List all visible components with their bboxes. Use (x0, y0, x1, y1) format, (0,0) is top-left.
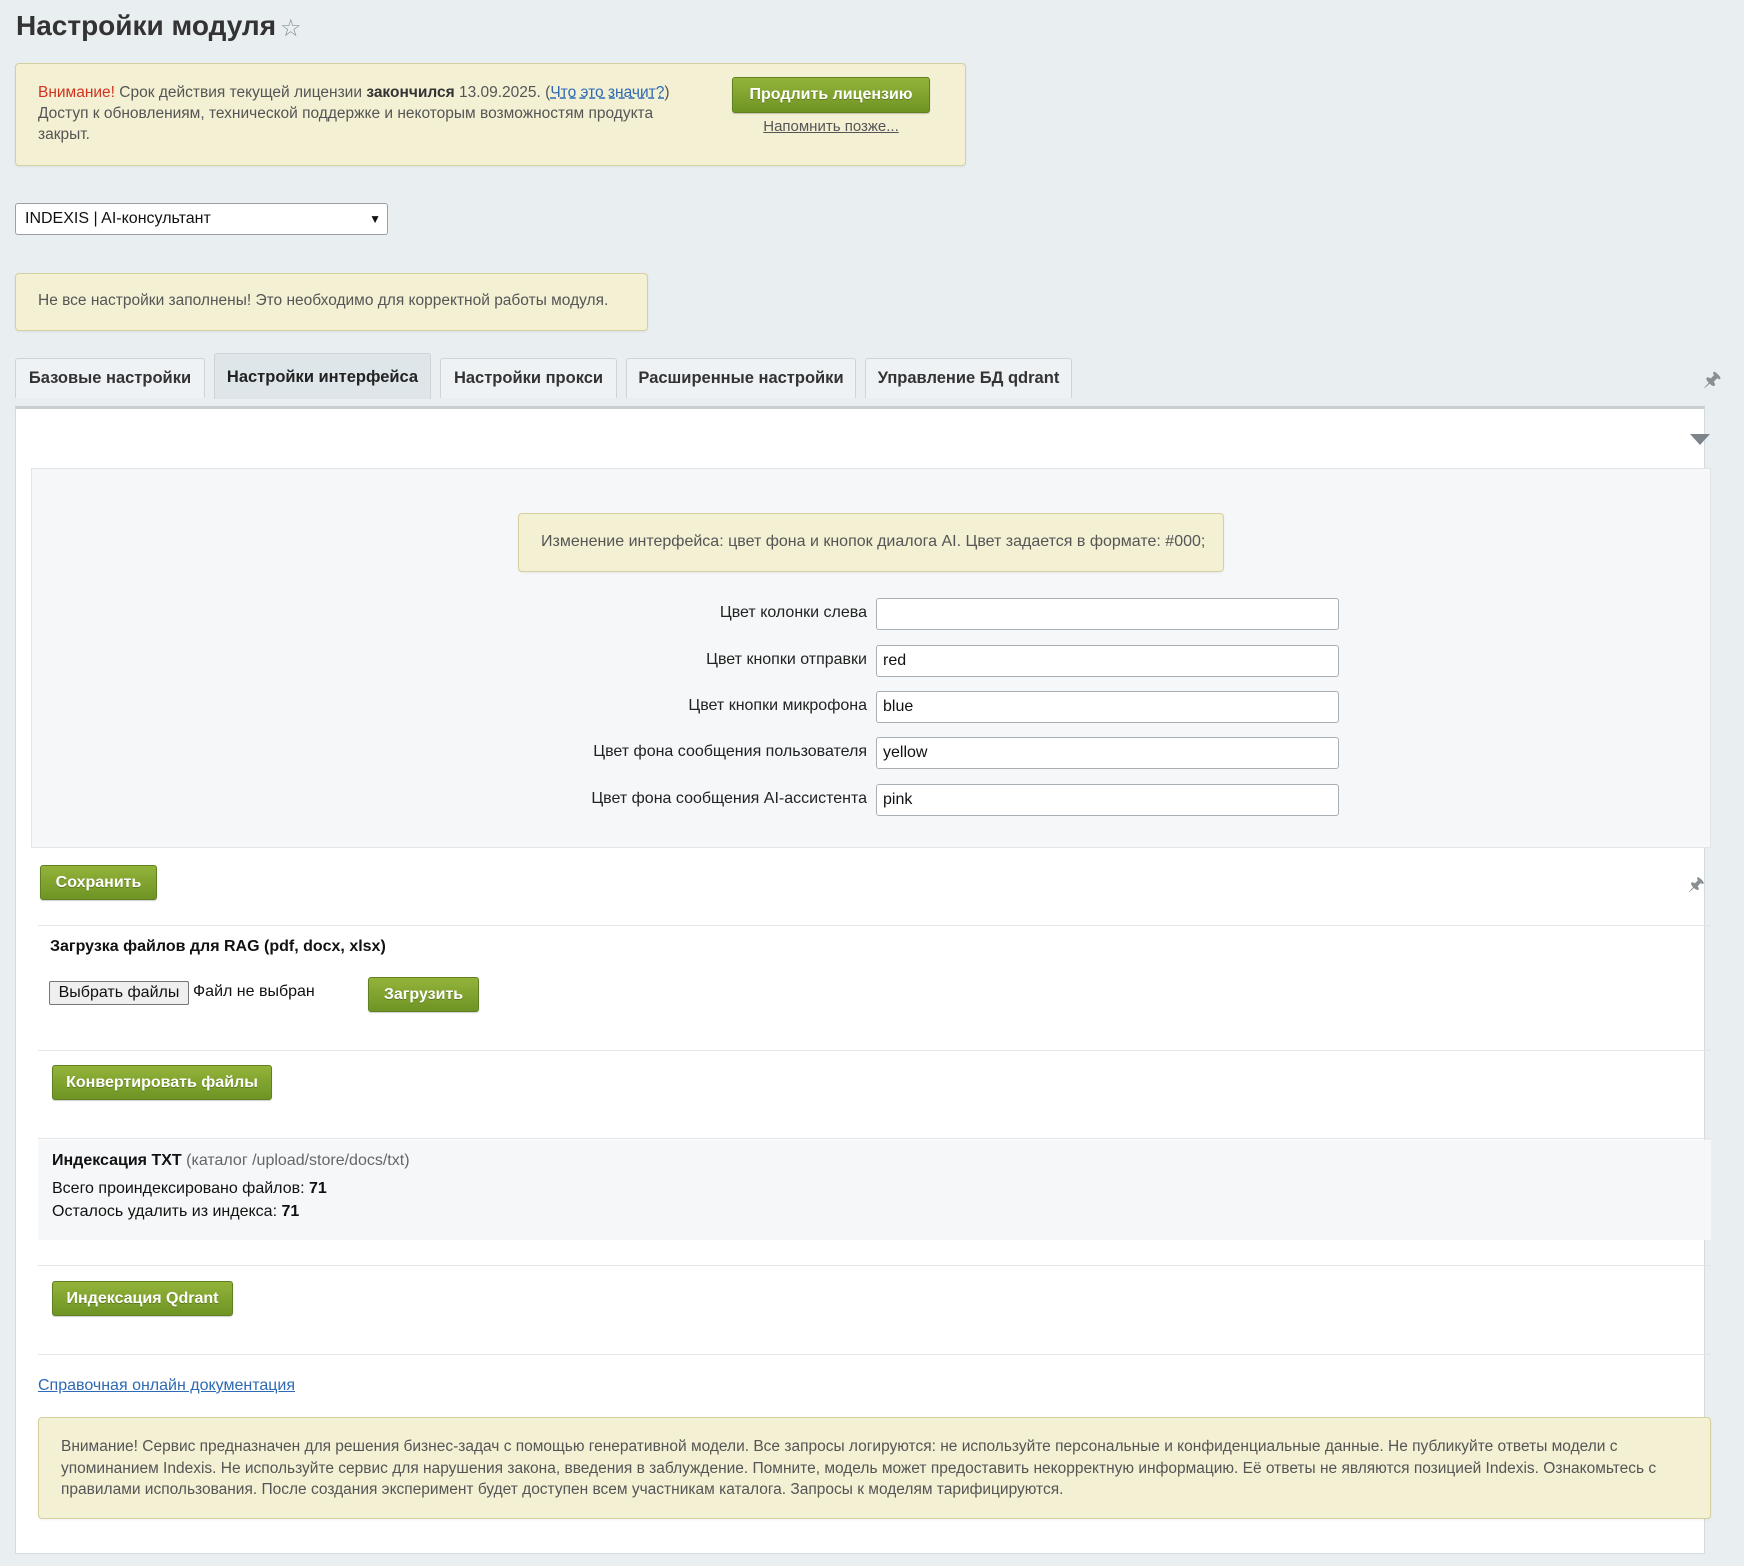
tab-qdrant-db[interactable]: Управление БД qdrant (865, 358, 1072, 398)
online-docs-link[interactable]: Справочная онлайн документация (38, 1377, 295, 1395)
user-message-bg-input[interactable]: yellow (876, 737, 1339, 769)
module-select-value: INDEXIS | AI-консультант (25, 210, 211, 227)
interface-info-notice: Изменение интерфейса: цвет фона и кнопок… (518, 513, 1224, 572)
tab-interface-settings[interactable]: Настройки интерфейса (214, 353, 431, 399)
mic-button-color-input[interactable]: blue (876, 691, 1339, 723)
divider (38, 1265, 1711, 1266)
divider (38, 1138, 1711, 1139)
convert-files-button[interactable]: Конвертировать файлы (52, 1065, 272, 1100)
extend-license-button[interactable]: Продлить лицензию (732, 77, 930, 113)
ai-message-bg-label: Цвет фона сообщения AI-ассистента (591, 790, 867, 807)
rag-upload-title: Загрузка файлов для RAG (pdf, docx, xlsx… (50, 938, 386, 955)
chevron-down-icon: ▼ (369, 212, 381, 226)
triangle-down-icon[interactable] (1690, 434, 1710, 445)
remind-later-link[interactable]: Напомнить позже... (732, 118, 930, 135)
indexing-path: (каталог /upload/store/docs/txt) (181, 1152, 410, 1169)
disclaimer-text: Внимание! Сервис предназначен для решени… (61, 1438, 1657, 1498)
tab-proxy-settings[interactable]: Настройки прокси (440, 358, 617, 398)
save-button[interactable]: Сохранить (40, 865, 157, 900)
upload-button[interactable]: Загрузить (368, 977, 479, 1012)
disclaimer-notice: Внимание! Сервис предназначен для решени… (38, 1417, 1711, 1519)
send-button-color-input[interactable]: red (876, 645, 1339, 677)
file-status-text: Файл не выбран (193, 983, 315, 1000)
module-select[interactable]: INDEXIS | AI-консультант ▼ (15, 203, 388, 235)
license-notice: Внимание! Срок действия текущей лицензии… (15, 63, 966, 166)
send-button-color-label: Цвет кнопки отправки (706, 651, 867, 668)
tab-advanced-settings[interactable]: Расширенные настройки (626, 358, 856, 398)
divider (38, 925, 1711, 926)
indexed-count: Всего проиндексировано файлов: 71 (52, 1180, 327, 1197)
mic-button-color-label: Цвет кнопки микрофона (688, 697, 867, 714)
license-text: Внимание! Срок действия текущей лицензии… (38, 84, 670, 143)
license-warning-word: Внимание! (38, 84, 115, 101)
pin-icon[interactable]: 🖈 (1703, 365, 1723, 391)
choose-files-button[interactable]: Выбрать файлы (49, 981, 189, 1005)
divider (38, 1354, 1711, 1355)
indexing-title: Индексация TXT (каталог /upload/store/do… (52, 1152, 410, 1169)
settings-warning-notice: Не все настройки заполнены! Это необходи… (15, 273, 648, 331)
page-title: Настройки модуля (16, 10, 277, 41)
star-icon[interactable]: ☆ (280, 16, 306, 42)
license-help-link[interactable]: Что это значит? (550, 84, 664, 101)
pin-icon[interactable]: 🖈 (1688, 872, 1710, 894)
qdrant-index-button[interactable]: Индексация Qdrant (52, 1281, 233, 1316)
license-line2: Доступ к обновлениям, технической поддер… (38, 105, 654, 143)
tab-basic-settings[interactable]: Базовые настройки (15, 358, 205, 398)
user-message-bg-label: Цвет фона сообщения пользователя (593, 743, 867, 760)
ai-message-bg-input[interactable]: pink (876, 784, 1339, 816)
remaining-count: Осталось удалить из индекса: 71 (52, 1203, 300, 1220)
settings-warning-text: Не все настройки заполнены! Это необходи… (38, 292, 609, 309)
left-column-color-label: Цвет колонки слева (719, 604, 867, 621)
left-column-color-input[interactable] (876, 598, 1339, 630)
divider (38, 1050, 1711, 1051)
interface-info-text: Изменение интерфейса: цвет фона и кнопок… (541, 533, 1206, 550)
